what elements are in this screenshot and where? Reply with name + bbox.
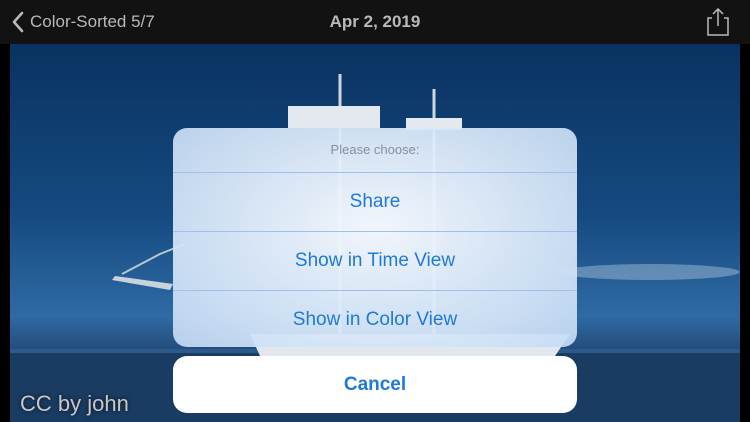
- show-in-color-view-button[interactable]: Show in Color View: [173, 290, 577, 347]
- navigation-bar: Color-Sorted 5/7 Apr 2, 2019: [0, 0, 750, 44]
- share-icon: [707, 8, 729, 36]
- page-title: Apr 2, 2019: [329, 12, 421, 31]
- action-sheet: Please choose: Share Show in Time View S…: [173, 128, 577, 347]
- cancel-button[interactable]: Cancel: [173, 356, 577, 413]
- share-button[interactable]: [706, 8, 730, 36]
- share-action-button[interactable]: Share: [173, 172, 577, 231]
- photo-credit: CC by john: [20, 391, 129, 416]
- show-in-time-view-button[interactable]: Show in Time View: [173, 231, 577, 290]
- action-sheet-title: Please choose:: [330, 142, 420, 157]
